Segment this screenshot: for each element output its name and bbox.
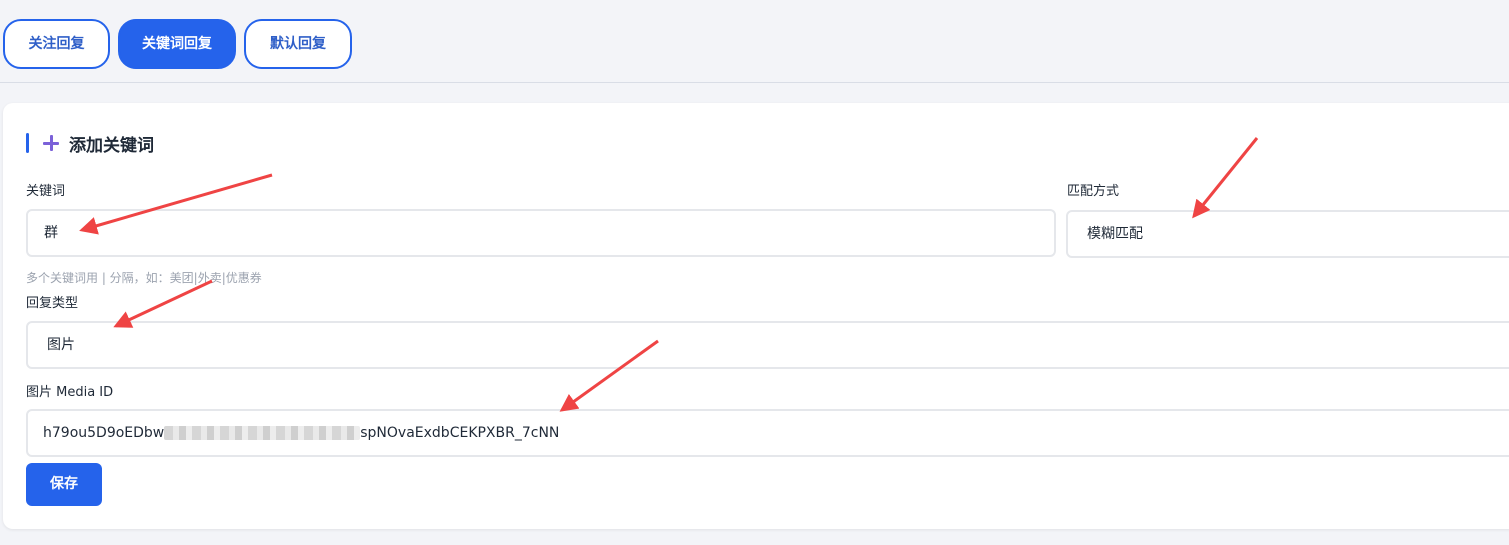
keyword-label: 关键词 <box>26 184 66 199</box>
title-accent-bar <box>26 133 29 153</box>
section-title: 添加关键词 <box>26 132 154 156</box>
media-id-value-end: spNOvaExdbCEKPXBR_7cNN <box>360 425 560 441</box>
tab-keyword-reply[interactable]: 关键词回复 <box>118 19 236 69</box>
match-mode-label: 匹配方式 <box>1067 184 1120 199</box>
section-title-text: 添加关键词 <box>69 135 154 156</box>
add-keyword-card: 添加关键词 关键词 群 多个关键词用 | 分隔，如：美团|外卖|优惠券 匹配方式… <box>3 103 1509 529</box>
media-id-label: 图片 Media ID <box>26 385 114 400</box>
save-button[interactable]: 保存 <box>26 463 102 506</box>
plus-icon <box>43 135 59 151</box>
tab-default-reply[interactable]: 默认回复 <box>244 19 352 69</box>
media-id-input[interactable]: h79ou5D9oEDbw spNOvaExdbCEKPXBR_7cNN <box>26 409 1509 457</box>
reply-type-label: 回复类型 <box>26 296 79 311</box>
tab-follow-reply[interactable]: 关注回复 <box>3 19 110 69</box>
keyword-input[interactable]: 群 <box>26 209 1056 257</box>
match-mode-select[interactable]: 模糊匹配 <box>1066 210 1509 258</box>
reply-tabs: 关注回复 关键词回复 默认回复 <box>0 0 1509 83</box>
redacted-blur <box>164 426 361 440</box>
keyword-hint: 多个关键词用 | 分隔，如：美团|外卖|优惠券 <box>26 271 262 285</box>
reply-type-select[interactable]: 图片 <box>26 321 1509 369</box>
media-id-value-start: h79ou5D9oEDbw <box>43 425 165 441</box>
